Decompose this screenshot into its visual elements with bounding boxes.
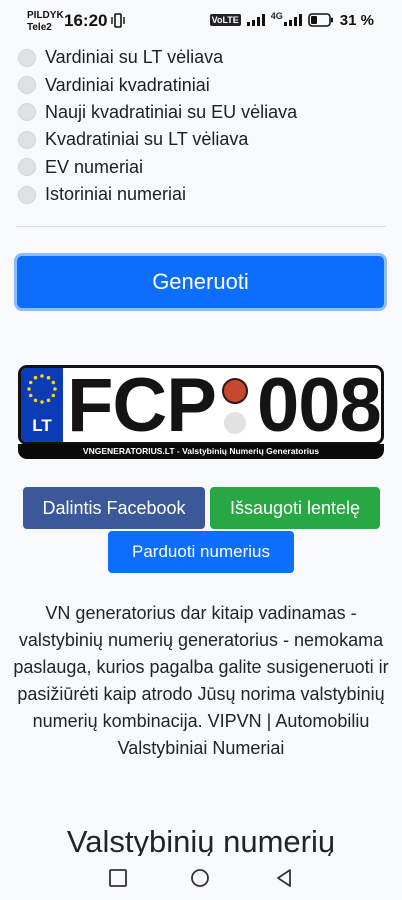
plate-type-label: Vardiniai su LT vėliava [45,47,224,68]
section-heading: Valstybinių numerių [66,824,336,856]
save-plate-button[interactable]: Išsaugoti lentelę [210,487,380,529]
recents-icon[interactable] [108,868,128,888]
plate-type-option[interactable]: Kvadratiniai su LT vėliava [18,126,388,153]
network-type: 4G [270,11,283,21]
generate-button[interactable]: Generuoti [14,253,387,311]
plate-type-label: Vardiniai kvadratiniai [45,74,210,95]
plate-type-label: Kvadratiniai su LT vėliava [45,129,249,150]
volte-icon: VoLTE [209,14,241,26]
status-right: VoLTE 4G 31 % [209,11,374,29]
plate-type-label: Nauji kvadratiniai su EU vėliava [45,101,298,122]
plate-type-option[interactable]: Istoriniai numeriai [18,181,388,208]
plate-letters: FCP [67,365,217,445]
sell-numbers-button[interactable]: Parduoti numerius [108,531,294,573]
license-plate-preview: LT FCP 008 [18,365,384,445]
plate-seal-icon [222,378,248,404]
home-icon[interactable] [190,868,210,888]
plate-country-code: LT [32,416,52,435]
description-text: VN generatorius dar kitaip vadinamas - v… [13,603,389,758]
radio-button[interactable] [18,48,36,67]
plate-type-option[interactable]: Vardiniai kvadratiniai [18,71,388,98]
battery-icon [307,13,333,27]
radio-button[interactable] [18,130,36,149]
divider [16,226,386,227]
plate-numbers: 008 [257,365,381,445]
plate-type-option[interactable]: Vardiniai su LT vėliava [18,44,388,71]
plate-footer-text: VNGENERATORIUS.LT - Valstybinių Numerių … [18,444,384,459]
carrier-bottom: Tele2 [27,22,52,33]
plate-type-option[interactable]: EV numeriai [18,154,388,181]
plate-type-list: Vardiniai su LT vėliava Vardiniai kvadra… [18,44,388,208]
carrier-top: PILDYK [27,10,64,21]
share-actions: Dalintis Facebook Išsaugoti lentelę [23,487,380,529]
plate-type-label: Istoriniai numeriai [45,184,187,205]
radio-button[interactable] [18,185,36,204]
plate-type-option[interactable]: Nauji kvadratiniai su EU vėliava [18,99,388,126]
eu-band: LT [21,368,63,442]
back-icon[interactable] [274,868,294,888]
eu-stars-icon [27,374,57,404]
plate-type-label: EV numeriai [45,156,144,177]
radio-button[interactable] [18,76,36,95]
share-facebook-button[interactable]: Dalintis Facebook [23,487,205,529]
plate-hologram-icon [224,412,246,434]
status-clock: 16:20 [64,11,108,30]
radio-button[interactable] [18,158,36,177]
battery-percent: 31 % [339,11,374,29]
carrier-label: PILDYK Tele2 [27,10,64,34]
vibrate-icon [111,13,125,28]
signal-icon [246,14,265,26]
radio-button[interactable] [18,103,36,122]
status-bar: PILDYK Tele2 16:20 VoLTE 4G 31 % [0,0,402,40]
navigation-bar [0,856,402,900]
signal-2-icon [283,14,302,26]
